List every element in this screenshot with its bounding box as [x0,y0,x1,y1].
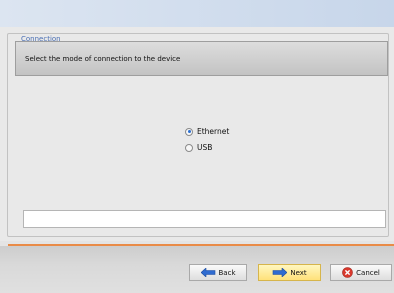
main-panel: Connection Select the mode of connection… [0,27,394,241]
usb-radio[interactable] [185,143,193,152]
ethernet-radio[interactable] [185,127,193,136]
arrow-right-icon [272,268,288,277]
instruction-text: Select the mode of connection to the dev… [25,55,181,63]
cancel-label: Cancel [356,268,380,277]
radio-option-usb[interactable]: USB [185,142,212,153]
next-label: Next [290,268,307,277]
ethernet-label: Ethernet [197,127,230,136]
cancel-button[interactable]: Cancel [330,264,392,281]
instruction-header: Select the mode of connection to the dev… [15,41,388,76]
radio-option-ethernet[interactable]: Ethernet [185,126,229,137]
cancel-x-icon [342,267,353,278]
back-button[interactable]: Back [189,264,247,281]
status-message-box [23,210,386,228]
top-banner [0,0,394,27]
connection-wizard-window: Connection Select the mode of connection… [0,0,394,293]
back-label: Back [218,268,236,277]
arrow-left-icon [200,268,216,277]
usb-label: USB [197,143,213,152]
next-button[interactable]: Next [258,264,321,281]
